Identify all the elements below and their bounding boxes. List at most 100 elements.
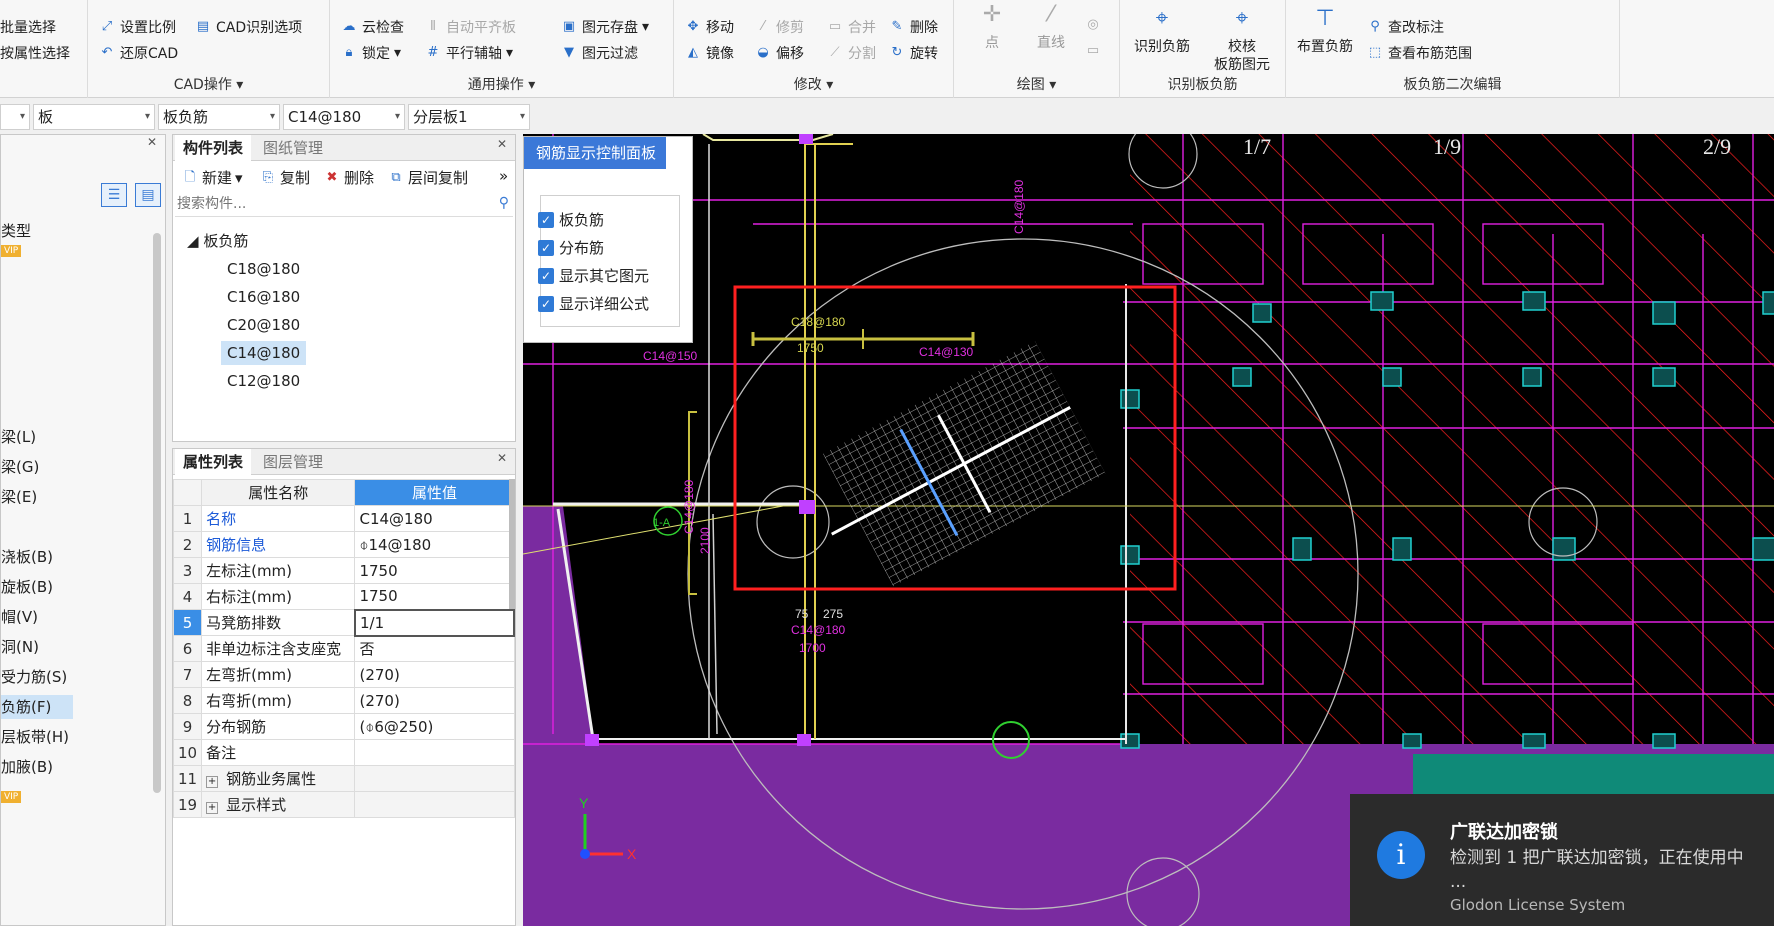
property-value[interactable]: 1/1 <box>353 608 516 637</box>
place-negative-rebar-button[interactable]: ⊤ 布置负筋 <box>1290 4 1360 56</box>
rotate-button[interactable]: ↻ 旋转 <box>888 42 938 64</box>
search-icon[interactable]: ⚲ <box>499 195 509 211</box>
element-filter-button[interactable]: ▼ 图元过滤 <box>560 42 638 64</box>
batch-select-button[interactable]: 批量选择 <box>0 16 56 38</box>
identify-negative-rebar-button[interactable]: ⌖ 识别负筋 <box>1128 4 1196 56</box>
cloud-check-button[interactable]: ☁ 云检查 <box>340 16 405 38</box>
property-row[interactable]: 8 右弯折(mm) (270) <box>172 687 515 714</box>
set-scale-button[interactable]: ⤢ 设置比例 <box>98 16 176 38</box>
nav-item[interactable]: 层板带(H) <box>1 725 69 749</box>
property-row[interactable]: 6 非单边标注含支座宽否 <box>172 635 515 662</box>
tree-root[interactable]: ◢ 板负筋 <box>181 229 254 253</box>
property-row[interactable]: 1 名称 C14@180 <box>172 505 515 532</box>
property-value[interactable]: (270) <box>354 661 515 688</box>
layer-copy-button[interactable]: ⧉ 层间复制 <box>387 167 468 188</box>
property-value[interactable] <box>354 739 515 766</box>
property-value[interactable]: (270) <box>354 687 515 714</box>
checkbox-distribution-rebar[interactable]: ✓ 分布筋 <box>538 237 604 258</box>
property-row[interactable]: 9 分布钢筋 (⌽6@250) <box>172 713 515 740</box>
property-value[interactable]: 1750 <box>354 557 515 584</box>
property-row[interactable]: 2 钢筋信息 ⌽14@180 <box>172 531 515 558</box>
close-icon[interactable]: ✕ <box>147 135 157 149</box>
split-button[interactable]: ⟋ 分割 <box>826 42 876 64</box>
property-row[interactable]: 19 + 显示样式 <box>172 791 515 818</box>
offset-button[interactable]: ◒ 偏移 <box>754 42 804 64</box>
mirror-button[interactable]: ◭ 镜像 <box>684 42 734 64</box>
lock-button[interactable]: 🔒︎ 锁定 ▾ <box>340 42 402 64</box>
rect-button[interactable]: ▭ <box>1084 40 1102 62</box>
combo-category[interactable]: 板 ▾ <box>33 104 155 130</box>
new-button[interactable]: 🗋︎ 新建 ▾ <box>181 167 243 188</box>
close-icon[interactable]: ✕ <box>497 137 507 151</box>
property-value[interactable] <box>354 791 515 818</box>
property-row[interactable]: 3 左标注(mm) 1750 <box>172 557 515 584</box>
line-button[interactable]: ⁄ 直线 <box>1026 0 1076 52</box>
combo-component[interactable]: C14@180 ▾ <box>283 104 405 130</box>
copy-button[interactable]: ⎘ 复制 <box>259 167 310 188</box>
property-value[interactable]: 1750 <box>354 583 515 610</box>
merge-button[interactable]: ▭ 合并 <box>826 16 876 38</box>
search-input[interactable] <box>175 193 475 215</box>
tab-component-list[interactable]: 构件列表 <box>175 135 252 161</box>
expand-icon[interactable]: + <box>206 776 219 788</box>
scrollbar[interactable] <box>509 479 515 609</box>
nav-item[interactable]: 帽(V) <box>1 605 38 629</box>
property-row[interactable]: 4 右标注(mm) 1750 <box>172 583 515 610</box>
tree-item-selected[interactable]: C14@180 <box>221 341 307 365</box>
nav-item-selected[interactable]: 负筋(F) <box>1 695 73 719</box>
combo-type[interactable]: 板负筋 ▾ <box>158 104 280 130</box>
list-view-icon[interactable]: ☰ <box>101 183 127 207</box>
property-value[interactable]: 否 <box>354 635 515 662</box>
tree-item[interactable]: C20@180 <box>221 313 306 337</box>
element-save-button[interactable]: ▣ 图元存盘 ▾ <box>560 16 649 38</box>
property-row[interactable]: 5 马凳筋排数 1/1 <box>172 608 516 637</box>
property-row[interactable]: 7 左弯折(mm) (270) <box>172 661 515 688</box>
nav-item[interactable]: 洞(N) <box>1 635 39 659</box>
expand-icon[interactable]: + <box>206 802 219 814</box>
view-range-button[interactable]: ⬚ 查看布筋范围 <box>1366 42 1472 64</box>
nav-item[interactable]: 梁(E) <box>1 485 37 509</box>
property-value[interactable] <box>354 765 515 792</box>
check-mark-button[interactable]: ⚲ 查改标注 <box>1366 16 1444 38</box>
property-row[interactable]: 11 + 钢筋业务属性 <box>172 765 515 792</box>
property-value[interactable]: C14@180 <box>354 505 515 532</box>
parallel-axis-button[interactable]: # 平行辅轴 ▾ <box>424 42 513 64</box>
tab-property-list[interactable]: 属性列表 <box>175 449 252 475</box>
checkbox-show-other[interactable]: ✓ 显示其它图元 <box>538 265 649 286</box>
tab-drawing-management[interactable]: 图纸管理 <box>255 135 331 161</box>
arc-button[interactable]: ◎ <box>1084 14 1102 36</box>
scrollbar[interactable] <box>153 233 161 793</box>
detail-view-icon[interactable]: ▤ <box>135 183 161 207</box>
property-value[interactable]: (⌽6@250) <box>354 713 515 740</box>
combo-floor[interactable]: ▾ <box>0 104 30 130</box>
tree-item[interactable]: C16@180 <box>221 285 306 309</box>
nav-item[interactable]: 梁(G) <box>1 455 39 479</box>
nav-item[interactable]: 浇板(B) <box>1 545 53 569</box>
license-toast[interactable]: i 广联达加密锁 检测到 1 把广联达加密锁，正在使用中 ... Glodon … <box>1350 794 1774 926</box>
nav-item[interactable]: 类型 <box>1 219 31 243</box>
select-by-attribute-button[interactable]: 按属性选择 <box>0 42 70 64</box>
checkbox-negative-rebar[interactable]: ✓ 板负筋 <box>538 209 604 230</box>
combo-layer[interactable]: 分层板1 ▾ <box>408 104 530 130</box>
checkbox-show-formula[interactable]: ✓ 显示详细公式 <box>538 293 649 314</box>
verify-rebar-button[interactable]: ⌖ 校核 板筋图元 <box>1204 4 1280 74</box>
tree-item[interactable]: C18@180 <box>221 257 306 281</box>
nav-item[interactable]: 加腋(B) <box>1 755 53 779</box>
delete-component-button[interactable]: ✖ 删除 <box>323 167 374 188</box>
delete-button[interactable]: ✎ 删除 <box>888 16 938 38</box>
nav-item[interactable]: 受力筋(S) <box>1 665 67 689</box>
restore-cad-button[interactable]: ↶ 还原CAD <box>98 42 179 64</box>
nav-item[interactable]: 梁(L) <box>1 425 36 449</box>
auto-flat-button[interactable]: ⫴ 自动平齐板 <box>424 16 516 38</box>
control-panel-title[interactable]: 钢筋显示控制面板 <box>524 137 666 169</box>
point-button[interactable]: ✛ 点 <box>972 0 1012 52</box>
nav-item[interactable]: 旋板(B) <box>1 575 53 599</box>
close-icon[interactable]: ✕ <box>497 451 507 465</box>
property-row[interactable]: 10 备注 <box>172 739 515 766</box>
tree-item[interactable]: C12@180 <box>221 369 306 393</box>
more-icon[interactable]: » <box>499 167 508 185</box>
tab-layer-management[interactable]: 图层管理 <box>255 449 331 475</box>
cad-options-button[interactable]: ▤ CAD识别选项 <box>194 16 302 38</box>
trim-button[interactable]: ⁄ 修剪 <box>754 16 804 38</box>
move-button[interactable]: ✥ 移动 <box>684 16 734 38</box>
